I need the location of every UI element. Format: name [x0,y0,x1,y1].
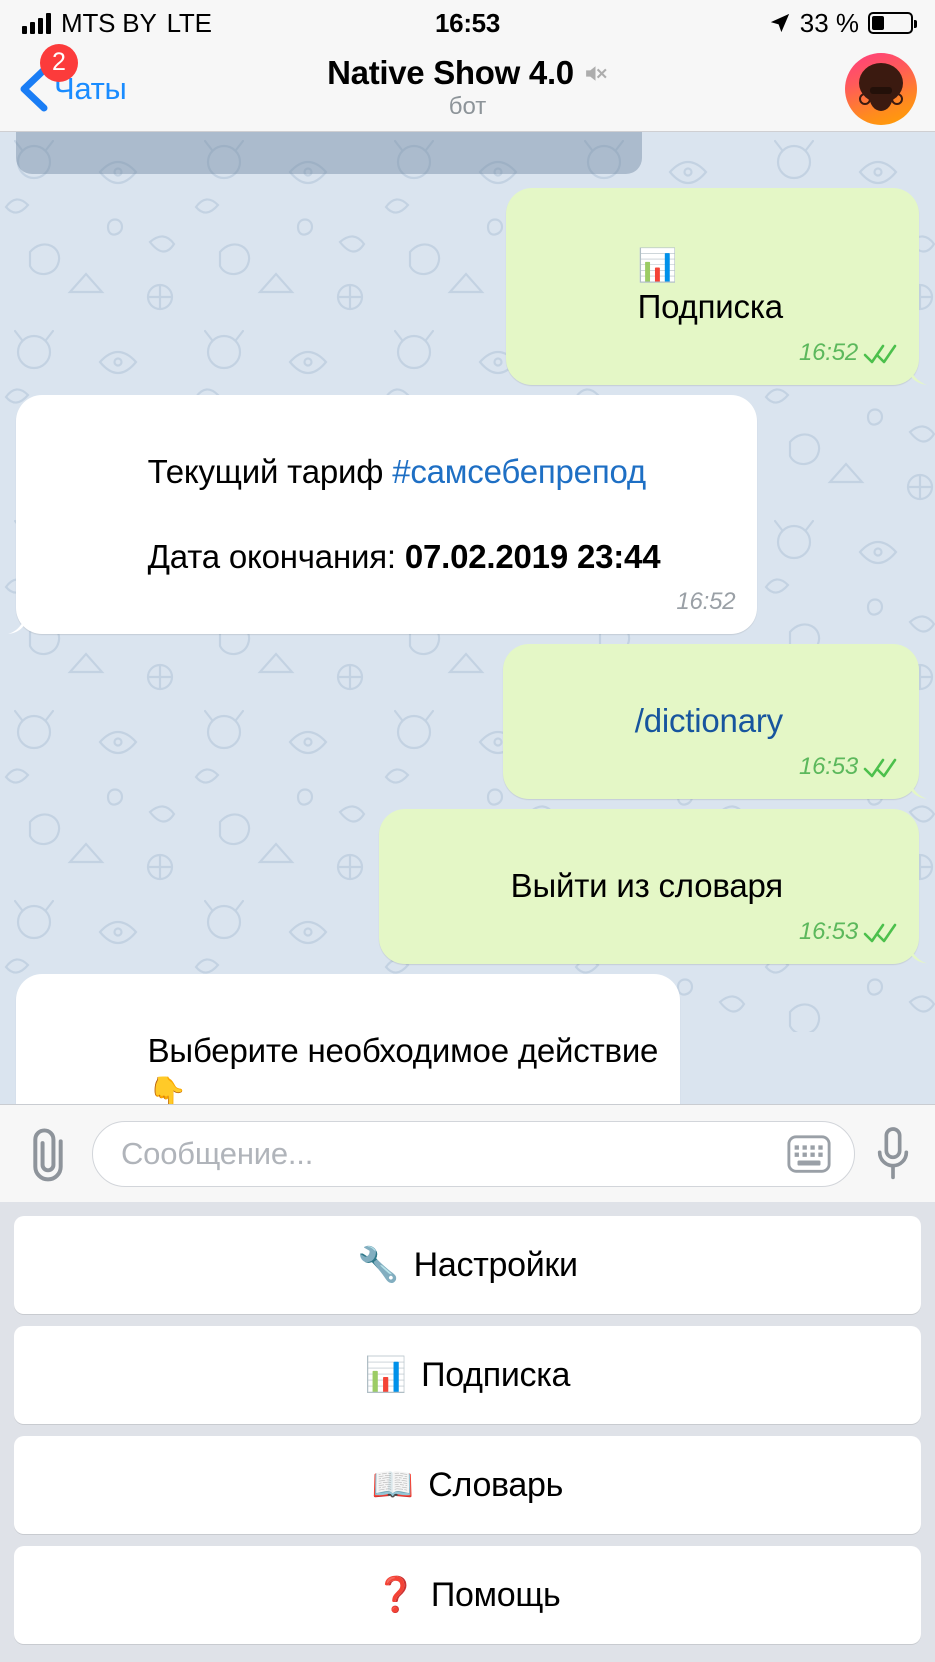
message-text-value[interactable]: /dictionary [635,702,783,739]
message-bubble-incoming[interactable]: Текущий тариф #самсебепрепод Дата оконча… [16,394,758,635]
message-row: 📊 Подписка 16:52 [0,188,935,385]
keyboard-button-dictionary[interactable]: 📖 Словарь [14,1436,921,1534]
keyboard-button-help[interactable]: ❓ Помощь [14,1546,921,1644]
unread-badge: 2 [40,43,78,82]
message-text-value: Выйти из словаря [510,867,783,905]
microphone-icon[interactable] [873,1124,913,1184]
message-text: 📊 Подписка [530,202,784,371]
message-bubble-outgoing[interactable]: Выйти из словаря 16:53 [379,808,919,964]
message-row: Выйти из словаря 16:53 [0,808,935,964]
avatar-afro-woman [859,62,903,111]
phone-screen: MTS BY LTE 16:53 33 % Чаты 2 Native Show… [0,0,935,1662]
message-bubble-incoming[interactable]: Выберите необходимое действие 👇 16:53 [16,973,681,1104]
keyboard-button-subscription[interactable]: 📊 Подписка [14,1326,921,1424]
message-list[interactable]: 📊 Подписка 16:52 Текущий тариф #самсебеп… [0,132,935,1104]
message-meta: 16:52 [676,588,735,620]
double-check-icon [863,344,897,364]
battery-icon [868,12,917,34]
battery-percent-label: 33 % [799,7,859,38]
message-text: Текущий тариф #самсебепрепод Дата оконча… [40,409,661,620]
double-check-icon [863,758,897,778]
message-input-placeholder: Сообщение... [121,1135,314,1171]
status-bar: MTS BY LTE 16:53 33 % [0,0,935,46]
message-text: Выйти из словаря [403,823,783,950]
message-row: /dictionary 16:53 [0,644,935,799]
message-input-bar: Сообщение... [0,1104,935,1202]
status-bar-right: 33 % [769,7,917,39]
inline-button-cutoff[interactable] [16,132,642,174]
chat-subtitle: бот [448,93,487,120]
muted-speaker-icon [586,65,607,81]
expiry-line-prefix: Дата окончания: [147,537,405,575]
keyboard-icon[interactable] [786,1133,832,1175]
chat-title: Native Show 4.0 [327,54,574,91]
location-arrow-icon [770,13,789,33]
keyboard-button-settings-label: Настройки [413,1245,578,1284]
message-bubble-outgoing[interactable]: /dictionary 16:53 [503,644,919,799]
message-text-value: Выберите необходимое действие [147,1031,659,1069]
previous-inline-keyboard [0,132,935,174]
message-meta: 16:53 [799,918,897,950]
bot-reply-keyboard: 🔧 Настройки 📊 Подписка 📖 Словарь ❓ Помощ… [0,1202,935,1662]
bar-chart-emoji: 📊 [364,1356,408,1394]
tariff-line-prefix: Текущий тариф [147,453,393,491]
red-question-mark-emoji: ❓ [374,1576,417,1614]
avatar[interactable] [845,52,917,125]
message-text: Выберите необходимое действие 👇 [40,988,659,1104]
double-check-icon [863,923,897,942]
message-row: Текущий тариф #самсебепрепод Дата оконча… [0,394,935,635]
wrench-emoji: 🔧 [357,1246,400,1284]
message-text-value: Подписка [637,288,784,326]
message-text: /dictionary [527,658,783,785]
paperclip-icon[interactable] [22,1125,74,1183]
messages-container: 📊 Подписка 16:52 Текущий тариф #самсебеп… [0,132,935,1104]
message-meta: 16:53 [799,753,897,785]
chat-header: Чаты 2 Native Show 4.0 бот [0,43,935,132]
chat-title-block: Native Show 4.0 бот [0,54,935,121]
open-book-emoji: 📖 [371,1466,415,1504]
keyboard-button-subscription-label: Подписка [421,1355,571,1394]
tariff-hashtag[interactable]: #самсебепрепод [392,453,646,490]
message-row: Выберите необходимое действие 👇 16:53 [0,973,935,1104]
message-time: 16:53 [798,752,858,780]
keyboard-button-dictionary-label: Словарь [428,1465,564,1504]
message-time: 16:52 [676,588,736,616]
expiry-date-value: 07.02.2019 23:44 [404,537,661,575]
message-time: 16:53 [798,917,858,945]
backhand-index-pointing-down-emoji: 👇 [147,1074,188,1104]
message-input[interactable]: Сообщение... [92,1120,855,1187]
keyboard-button-help-label: Помощь [430,1575,561,1614]
message-bubble-outgoing[interactable]: 📊 Подписка 16:52 [505,188,919,385]
message-meta: 16:52 [799,339,897,371]
back-to-chats-button[interactable]: Чаты 2 [18,43,127,112]
keyboard-button-settings[interactable]: 🔧 Настройки [14,1216,921,1314]
bar-chart-emoji: 📊 [637,247,678,284]
message-time: 16:52 [798,338,858,366]
